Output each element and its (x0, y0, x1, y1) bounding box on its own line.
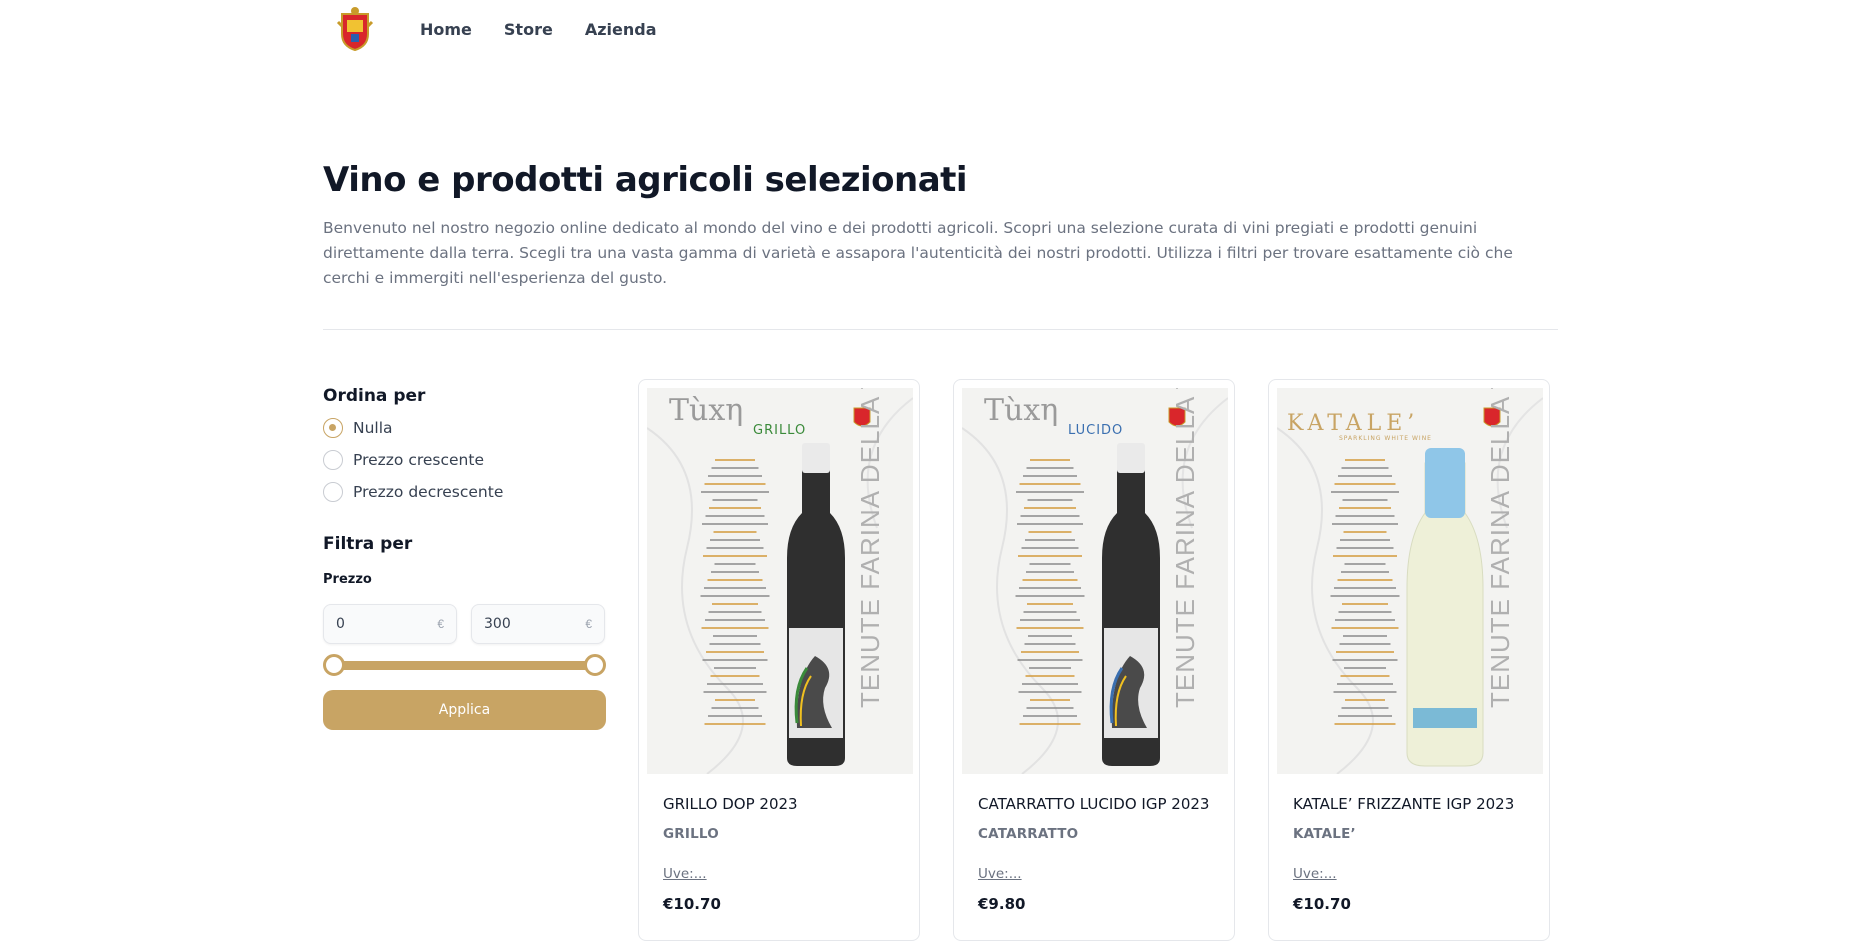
label-vertical-text: TENUTE FARINA DELLA TORRE (1170, 388, 1200, 708)
page-description: Benvenuto nel nostro negozio online dedi… (323, 219, 1513, 287)
price-max-field[interactable]: € (471, 604, 605, 644)
main-nav: Home Store Azienda (420, 20, 656, 39)
radio-selected-icon[interactable] (323, 418, 343, 438)
product-grapes-link[interactable]: Uve:... (663, 866, 707, 882)
price-max-input[interactable] (484, 605, 574, 643)
label-vertical-text: TENUTE FARINA DELLA TORRE (855, 388, 885, 708)
radio-icon[interactable] (323, 482, 343, 502)
crest-logo[interactable] (336, 6, 374, 52)
sort-heading: Ordina per (323, 386, 426, 406)
svg-text:KATALE’: KATALE’ (1287, 411, 1419, 436)
currency-label: € (437, 617, 444, 631)
slider-min-handle[interactable] (323, 654, 345, 676)
nav-home[interactable]: Home (420, 20, 472, 39)
product-variety: KATALE’ (1293, 826, 1356, 842)
divider (323, 329, 1558, 330)
product-grapes-link[interactable]: Uve:... (978, 866, 1022, 882)
product-price: €9.80 (978, 895, 1026, 913)
product-name[interactable]: KATALE’ FRIZZANTE IGP 2023 (1293, 795, 1514, 813)
product-image[interactable]: Tùxη GRILLO TENUTE FARINA DELLA TORRE (647, 388, 913, 774)
apply-filter-button[interactable]: Applica (323, 690, 606, 730)
product-variety: GRILLO (663, 826, 719, 842)
nav-store[interactable]: Store (504, 20, 553, 39)
slider-track (333, 661, 596, 670)
filter-heading: Filtra per (323, 534, 413, 554)
price-range-slider[interactable] (323, 654, 606, 676)
page-title: Vino e prodotti agricoli selezionati (323, 160, 968, 200)
product-grapes-link[interactable]: Uve:... (1293, 866, 1337, 882)
sort-option-price-desc[interactable]: Prezzo decrescente (323, 482, 503, 502)
product-image[interactable]: KATALE’ SPARKLING WHITE WINE TENUTE FARI… (1277, 388, 1543, 774)
product-card[interactable]: Tùxη LUCIDO TENUTE FARINA DELLA TORRE CA… (953, 379, 1235, 941)
product-variety: CATARRATTO (978, 826, 1079, 842)
price-min-input[interactable] (336, 605, 426, 643)
product-price: €10.70 (663, 895, 721, 913)
wine-label-illustration: KATALE’ SPARKLING WHITE WINE TENUTE FARI… (1277, 388, 1543, 774)
slider-max-handle[interactable] (584, 654, 606, 676)
sort-option-nulla[interactable]: Nulla (323, 418, 393, 438)
product-card[interactable]: KATALE’ SPARKLING WHITE WINE TENUTE FARI… (1268, 379, 1550, 941)
svg-text:GRILLO: GRILLO (753, 423, 806, 438)
svg-text:SPARKLING WHITE WINE: SPARKLING WHITE WINE (1339, 435, 1432, 442)
product-name[interactable]: GRILLO DOP 2023 (663, 795, 798, 813)
price-label: Prezzo (323, 572, 372, 587)
sort-option-price-asc[interactable]: Prezzo crescente (323, 450, 484, 470)
label-vertical-text: TENUTE FARINA DELLA TORRE (1485, 388, 1515, 708)
wine-label-illustration: Tùxη LUCIDO TENUTE FARINA DELLA TORRE (962, 388, 1228, 774)
site-header: Home Store Azienda (0, 0, 1853, 64)
label-brand: Tùxη (984, 393, 1058, 428)
product-image[interactable]: Tùxη LUCIDO TENUTE FARINA DELLA TORRE (962, 388, 1228, 774)
nav-azienda[interactable]: Azienda (585, 20, 657, 39)
label-brand: Tùxη (669, 393, 743, 428)
wine-label-illustration: Tùxη GRILLO TENUTE FARINA DELLA TORRE (647, 388, 913, 774)
product-price: €10.70 (1293, 895, 1351, 913)
product-card[interactable]: Tùxη GRILLO TENUTE FARINA DELLA TORRE GR… (638, 379, 920, 941)
radio-icon[interactable] (323, 450, 343, 470)
currency-label: € (585, 617, 592, 631)
product-name[interactable]: CATARRATTO LUCIDO IGP 2023 (978, 795, 1209, 813)
price-min-field[interactable]: € (323, 604, 457, 644)
svg-text:LUCIDO: LUCIDO (1068, 423, 1123, 438)
